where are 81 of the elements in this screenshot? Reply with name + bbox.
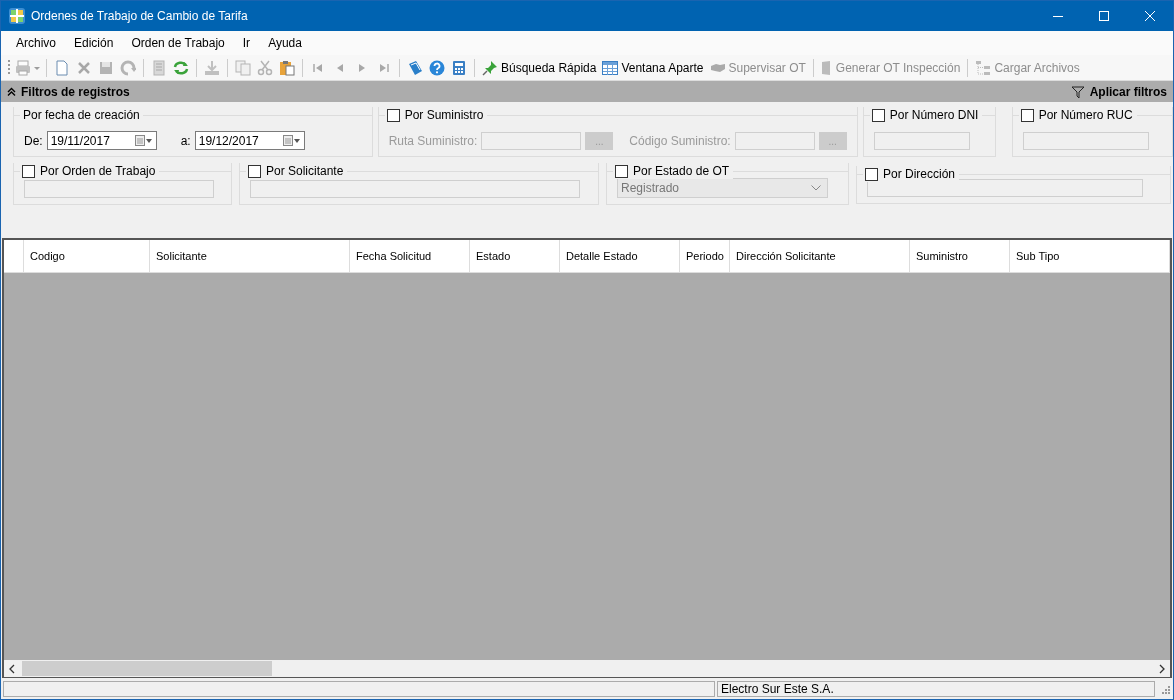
checkbox[interactable]	[865, 167, 878, 181]
cut-icon	[257, 59, 273, 76]
text-field[interactable]	[250, 180, 580, 198]
help-icon	[429, 59, 445, 76]
toolbar-button[interactable]: Ventana Aparte	[599, 56, 707, 79]
group-label: Por Estado de OT	[633, 164, 730, 178]
column-header[interactable]: Sub Tipo	[1010, 240, 1170, 272]
field-label: Ruta Suministro:	[388, 134, 478, 148]
calculator-icon	[451, 59, 467, 76]
group-label: Por Número RUC	[1038, 108, 1133, 122]
document-icon	[820, 59, 833, 76]
refresh-icon	[173, 59, 189, 76]
filter-icon	[1070, 84, 1085, 99]
group-label: Por Suministro	[404, 108, 484, 122]
status-dropdown[interactable]: Registrado	[617, 178, 828, 198]
scroll-left-icon[interactable]	[8, 663, 16, 674]
checkbox[interactable]	[1020, 108, 1034, 122]
text-field[interactable]	[24, 180, 214, 198]
calendar-icon	[282, 134, 301, 147]
column-header[interactable]: Suministro	[910, 240, 1010, 272]
pushpin-icon	[482, 59, 498, 76]
column-header[interactable]: Estado	[470, 240, 560, 272]
calendar-icon	[134, 134, 153, 147]
paste-icon	[279, 59, 295, 76]
text-field[interactable]	[734, 132, 815, 150]
group-label: Por Dirección	[883, 167, 956, 181]
menu-item[interactable]: Orden de Trabajo	[122, 36, 234, 50]
maximize-icon	[1099, 11, 1109, 21]
text-field[interactable]	[481, 132, 582, 150]
text-field[interactable]	[873, 132, 970, 150]
column-header[interactable]: Periodo	[680, 240, 730, 272]
column-header[interactable]: Fecha Solicitud	[350, 240, 470, 272]
checkbox[interactable]	[615, 164, 628, 178]
download-icon	[204, 59, 220, 76]
checkbox[interactable]	[248, 164, 261, 178]
delete-icon	[76, 59, 92, 76]
tree-icon	[975, 59, 992, 76]
column-header[interactable]: Solicitante	[150, 240, 350, 272]
resize-grip-icon[interactable]	[1160, 683, 1170, 694]
column-header[interactable]: Codigo	[24, 240, 150, 272]
group-label: Por Orden de Trabajo	[40, 164, 156, 178]
printer-icon	[15, 59, 41, 76]
checkbox[interactable]	[386, 108, 400, 122]
field-label: De:	[24, 133, 43, 148]
field-label: Código Suministro:	[629, 134, 731, 148]
status-panel: Electro Sur Este S.A.	[717, 680, 1155, 697]
undo-icon	[120, 59, 136, 76]
save-icon	[98, 59, 114, 76]
menu-item[interactable]: Ayuda	[259, 36, 311, 50]
group-label: Por Solicitante	[266, 164, 344, 178]
text-field[interactable]	[1022, 132, 1149, 150]
copy-icon	[235, 59, 251, 76]
app-icon	[9, 8, 25, 24]
menu-item[interactable]: Ir	[233, 36, 260, 50]
window-title: Ordenes de Trabajo de Cambio de Tarifa	[31, 9, 248, 23]
column-header[interactable]: Detalle Estado	[560, 240, 680, 272]
chevron-icon	[7, 87, 16, 96]
column-header[interactable]: Dirección Solicitante	[730, 240, 910, 272]
toolbar-grip-icon	[8, 58, 11, 77]
filter-header-toggle[interactable]: Filtros de registros	[7, 84, 130, 99]
last-record-icon	[378, 61, 390, 74]
group-label: Por Número DNI	[889, 108, 979, 122]
toolbar-button[interactable]: Búsqueda Rápida	[479, 56, 600, 79]
field-label: a:	[180, 133, 191, 148]
date-picker[interactable]: 19/11/2017	[46, 131, 157, 150]
menu-item[interactable]: Archivo	[7, 36, 65, 50]
checkbox[interactable]	[22, 164, 35, 178]
date-picker[interactable]: 19/12/2017	[194, 131, 305, 150]
text-field[interactable]	[867, 179, 1143, 197]
horizontal-scrollbar[interactable]	[4, 660, 1170, 677]
scrollbar-thumb[interactable]	[22, 661, 272, 676]
menu-item[interactable]: Edición	[65, 36, 123, 50]
document-icon	[151, 59, 167, 76]
first-record-icon	[312, 61, 324, 74]
scroll-right-icon[interactable]	[1158, 663, 1166, 674]
close-icon	[1145, 11, 1155, 21]
chevron-down-icon	[811, 185, 821, 191]
table-icon	[602, 60, 619, 75]
apply-filters-button[interactable]: Aplicar filtros	[1070, 84, 1167, 99]
new-page-icon	[54, 59, 70, 76]
checkbox[interactable]	[871, 108, 885, 122]
